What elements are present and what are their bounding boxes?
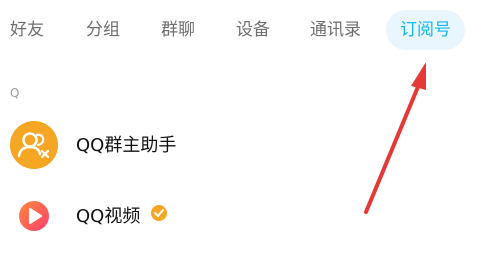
tab-subscriptions[interactable]: 订阅号 bbox=[386, 10, 465, 50]
tab-friends[interactable]: 好友 bbox=[10, 10, 44, 50]
video-play-icon bbox=[10, 192, 58, 240]
tab-address-book[interactable]: 通讯录 bbox=[310, 10, 361, 50]
tab-devices[interactable]: 设备 bbox=[236, 10, 270, 50]
list-item[interactable]: QQ视频 bbox=[0, 186, 484, 246]
item-name-wrap: QQ视频 bbox=[76, 202, 169, 230]
verified-badge-icon bbox=[149, 203, 169, 228]
group-assistant-icon bbox=[10, 121, 58, 169]
tab-groups[interactable]: 分组 bbox=[86, 10, 120, 50]
list-item[interactable]: QQ群主助手 bbox=[0, 115, 484, 175]
tab-group-chats[interactable]: 群聊 bbox=[161, 10, 195, 50]
item-name: QQ群主助手 bbox=[76, 135, 177, 156]
contacts-tab-bar: 好友 分组 群聊 设备 通讯录 订阅号 bbox=[0, 10, 484, 50]
section-index-letter: Q bbox=[10, 86, 20, 100]
item-name: QQ视频 bbox=[76, 206, 141, 227]
